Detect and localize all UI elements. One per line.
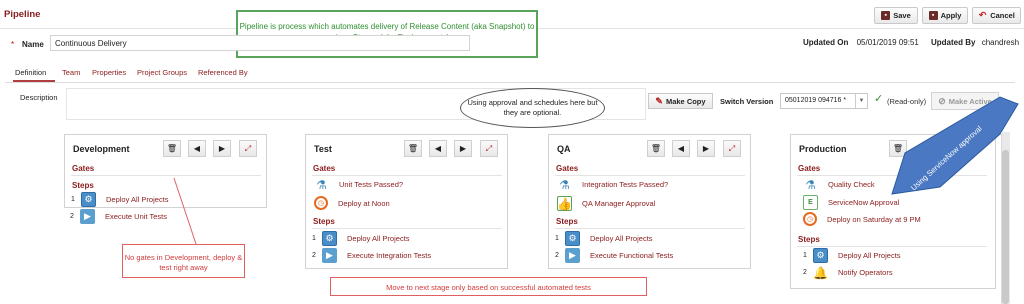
dev-callout-leader-line [173,177,197,245]
scrollbar-thumb[interactable] [1002,150,1009,304]
callout-connectors: Using ServiceNow approval [173,96,1019,245]
